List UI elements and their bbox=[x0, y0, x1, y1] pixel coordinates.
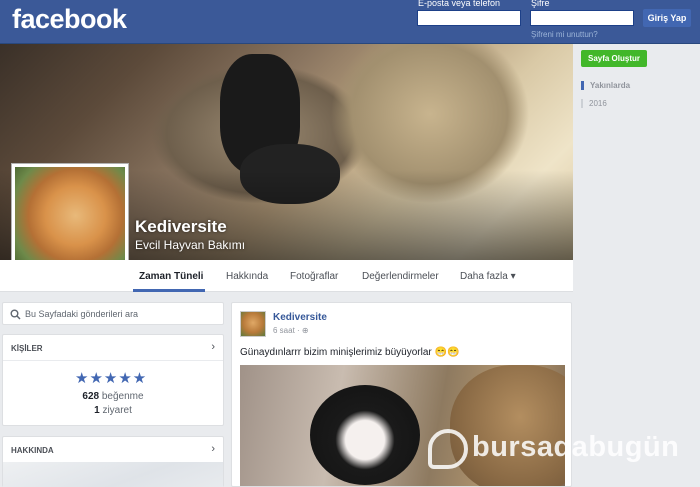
tab-more[interactable]: Daha fazla ▾ bbox=[460, 271, 516, 282]
email-label: E-posta veya telefon bbox=[418, 0, 501, 8]
page-title[interactable]: Kediversite bbox=[135, 217, 227, 237]
visits-count: 1 bbox=[94, 405, 100, 416]
facebook-logo[interactable]: facebook bbox=[12, 4, 127, 35]
likes-stat: 628 beğenme bbox=[0, 391, 226, 402]
create-page-button[interactable]: Sayfa Oluştur bbox=[581, 50, 647, 67]
page-post-search[interactable]: Bu Sayfadaki gönderileri ara bbox=[2, 302, 224, 325]
search-icon bbox=[10, 309, 21, 320]
avatar[interactable] bbox=[240, 311, 266, 337]
about-card: HAKKINDA › bbox=[2, 436, 224, 487]
email-input[interactable] bbox=[417, 10, 521, 26]
watermark-text: bursadabugün bbox=[472, 431, 680, 463]
tab-about[interactable]: Hakkında bbox=[226, 271, 268, 282]
divider bbox=[3, 360, 223, 361]
visits-label: ziyaret bbox=[102, 405, 132, 416]
forgot-password-link[interactable]: Şifreni mi unuttun? bbox=[531, 30, 598, 39]
post-text: Günaydınlarrr bizim minişlerimiz büyüyor… bbox=[240, 347, 460, 358]
password-label: Şifre bbox=[531, 0, 550, 8]
visits-stat: 1 ziyaret bbox=[0, 405, 226, 416]
post-timestamp[interactable]: 6 saat bbox=[273, 326, 295, 335]
timeline-recent[interactable]: Yakınlarda bbox=[581, 81, 630, 90]
map-preview[interactable] bbox=[3, 462, 223, 487]
top-navigation-bar: facebook E-posta veya telefon Şifre Şifr… bbox=[0, 0, 700, 44]
active-tab-indicator bbox=[133, 289, 205, 292]
tab-reviews[interactable]: Değerlendirmeler bbox=[362, 271, 439, 282]
watermark-logo-icon bbox=[428, 429, 468, 469]
post-time[interactable]: 6 saat · ⊕ bbox=[273, 326, 309, 335]
about-heading[interactable]: HAKKINDA bbox=[11, 446, 54, 455]
login-button[interactable]: Giriş Yap bbox=[643, 9, 691, 27]
rating-stars: ★★★★★ bbox=[75, 370, 148, 387]
photo-kitten bbox=[310, 385, 420, 485]
likes-count: 628 bbox=[82, 391, 100, 402]
timeline-year[interactable]: 2016 bbox=[581, 99, 607, 108]
watermark: bursadabugün bbox=[428, 425, 698, 473]
people-heading[interactable]: KİŞİLER bbox=[11, 344, 43, 353]
public-globe-icon: · ⊕ bbox=[297, 326, 309, 335]
page-category[interactable]: Evcil Hayvan Bakımı bbox=[135, 238, 245, 252]
likes-label: beğenme bbox=[101, 391, 144, 402]
chevron-right-icon[interactable]: › bbox=[211, 341, 215, 353]
tab-photos[interactable]: Fotoğraflar bbox=[290, 271, 338, 282]
profile-picture-image bbox=[15, 167, 125, 275]
right-column: Sayfa Oluştur Yakınlarda 2016 bbox=[573, 44, 700, 487]
search-placeholder: Bu Sayfadaki gönderileri ara bbox=[25, 309, 139, 319]
tab-timeline[interactable]: Zaman Tüneli bbox=[139, 271, 203, 282]
post-author[interactable]: Kediversite bbox=[273, 312, 327, 323]
password-input[interactable] bbox=[530, 10, 634, 26]
chevron-right-icon[interactable]: › bbox=[211, 443, 215, 455]
